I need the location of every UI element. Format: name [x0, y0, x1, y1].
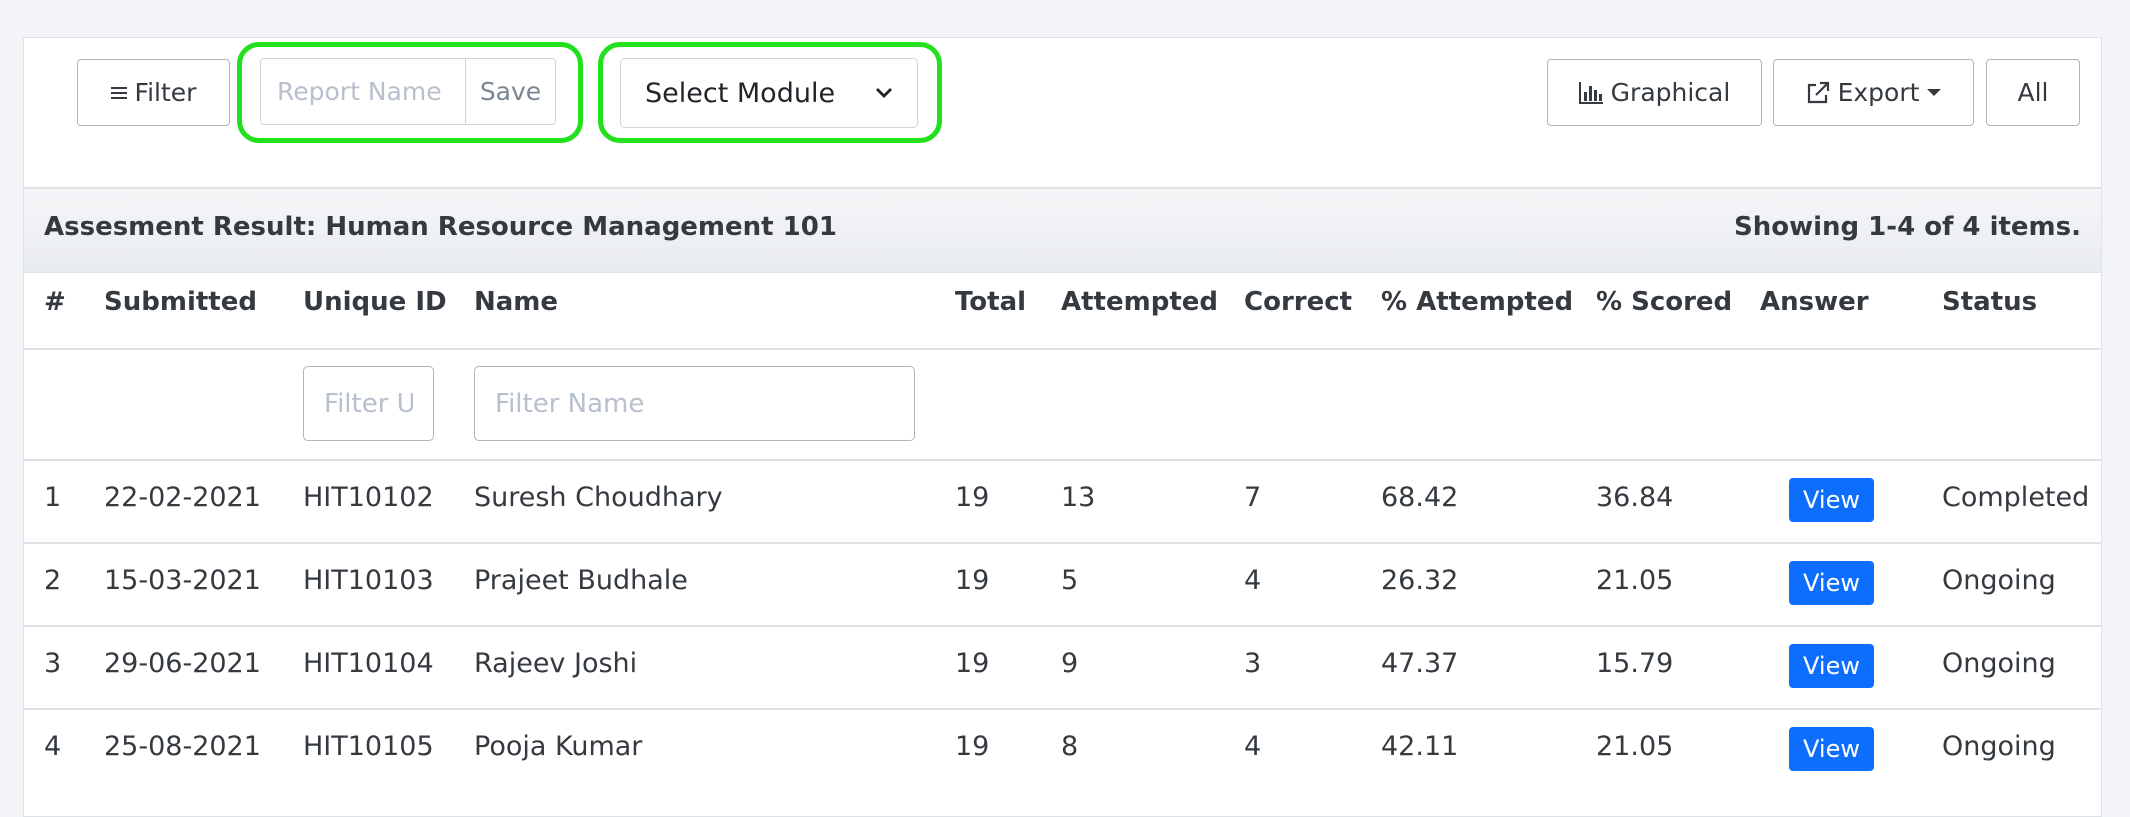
header-correct: Correct: [1244, 287, 1353, 317]
cell-name: Pooja Kumar: [474, 731, 643, 762]
cell-total: 19: [955, 731, 990, 762]
header-num: #: [44, 287, 66, 317]
cell-name: Suresh Choudhary: [474, 482, 723, 513]
module-select[interactable]: Select Module: [620, 58, 918, 128]
cell-name: Rajeev Joshi: [474, 648, 638, 679]
cell-status: Ongoing: [1942, 648, 2056, 679]
cell-pct-scored: 21.05: [1596, 565, 1674, 596]
cell-num: 3: [44, 648, 62, 679]
cell-pct-attempted: 42.11: [1381, 731, 1459, 762]
module-select-value: Select Module: [645, 77, 836, 109]
toolbar: Filter Save Select Module Graphical Expo…: [24, 38, 2101, 189]
cell-num: 4: [44, 731, 62, 762]
cell-submitted: 22-02-2021: [104, 482, 261, 513]
assessment-title: Assesment Result: Human Resource Managem…: [44, 212, 837, 242]
header-name: Name: [474, 287, 559, 317]
graphical-button[interactable]: Graphical: [1547, 59, 1762, 126]
filter-name-input[interactable]: [474, 366, 915, 441]
bar-chart-icon: [1578, 81, 1603, 104]
header-attempted: Attempted: [1061, 287, 1218, 317]
chevron-down-icon: [875, 87, 893, 99]
cell-unique-id: HIT10104: [303, 648, 434, 679]
external-link-icon: [1806, 81, 1830, 105]
cell-submitted: 25-08-2021: [104, 731, 261, 762]
filter-row-divider: [24, 459, 2101, 461]
all-button[interactable]: All: [1986, 59, 2080, 126]
cell-attempted: 5: [1061, 565, 1079, 596]
save-report-button[interactable]: Save: [466, 59, 555, 124]
report-name-group: Save: [260, 58, 556, 125]
cell-pct-scored: 36.84: [1596, 482, 1674, 513]
view-answer-button[interactable]: View: [1789, 561, 1874, 605]
export-button-label: Export: [1837, 78, 1920, 107]
view-answer-button[interactable]: View: [1789, 644, 1874, 688]
cell-pct-scored: 21.05: [1596, 731, 1674, 762]
cell-correct: 7: [1244, 482, 1262, 513]
cell-attempted: 13: [1061, 482, 1096, 513]
cell-status: Ongoing: [1942, 731, 2056, 762]
report-name-input[interactable]: [261, 59, 466, 124]
cell-total: 19: [955, 648, 990, 679]
header-total: Total: [955, 287, 1027, 317]
cell-pct-attempted: 68.42: [1381, 482, 1459, 513]
cell-attempted: 8: [1061, 731, 1079, 762]
row-divider: [24, 625, 2101, 627]
cell-name: Prajeet Budhale: [474, 565, 688, 596]
view-answer-button[interactable]: View: [1789, 478, 1874, 522]
summary-bar: Assesment Result: Human Resource Managem…: [24, 189, 2101, 273]
cell-status: Ongoing: [1942, 565, 2056, 596]
cell-unique-id: HIT10103: [303, 565, 434, 596]
header-status: Status: [1942, 287, 2038, 317]
caret-down-icon: [1927, 88, 1942, 97]
header-divider: [24, 348, 2101, 350]
cell-pct-scored: 15.79: [1596, 648, 1674, 679]
header-pct-scored: % Scored: [1596, 287, 1733, 317]
row-divider: [24, 542, 2101, 544]
cell-pct-attempted: 26.32: [1381, 565, 1459, 596]
export-button[interactable]: Export: [1773, 59, 1974, 126]
cell-unique-id: HIT10102: [303, 482, 434, 513]
cell-correct: 4: [1244, 731, 1262, 762]
view-answer-button[interactable]: View: [1789, 727, 1874, 771]
cell-total: 19: [955, 565, 990, 596]
cell-correct: 3: [1244, 648, 1262, 679]
cell-unique-id: HIT10105: [303, 731, 434, 762]
header-pct-attempted: % Attempted: [1381, 287, 1574, 317]
cell-num: 1: [44, 482, 62, 513]
filter-unique-id-input[interactable]: [303, 366, 434, 441]
cell-attempted: 9: [1061, 648, 1079, 679]
cell-submitted: 15-03-2021: [104, 565, 261, 596]
assessment-result-card: Filter Save Select Module Graphical Expo…: [23, 37, 2102, 817]
items-summary: Showing 1-4 of 4 items.: [1733, 212, 2081, 242]
filter-button[interactable]: Filter: [77, 59, 230, 126]
header-answer: Answer: [1760, 287, 1869, 317]
header-submitted: Submitted: [104, 287, 257, 317]
cell-pct-attempted: 47.37: [1381, 648, 1459, 679]
cell-status: Completed: [1942, 482, 2090, 513]
cell-total: 19: [955, 482, 990, 513]
header-unique-id: Unique ID: [303, 287, 447, 317]
cell-num: 2: [44, 565, 62, 596]
menu-lines-icon: [110, 85, 127, 101]
cell-submitted: 29-06-2021: [104, 648, 261, 679]
filter-button-label: Filter: [134, 78, 197, 107]
graphical-button-label: Graphical: [1610, 78, 1731, 107]
row-divider: [24, 708, 2101, 710]
cell-correct: 4: [1244, 565, 1262, 596]
